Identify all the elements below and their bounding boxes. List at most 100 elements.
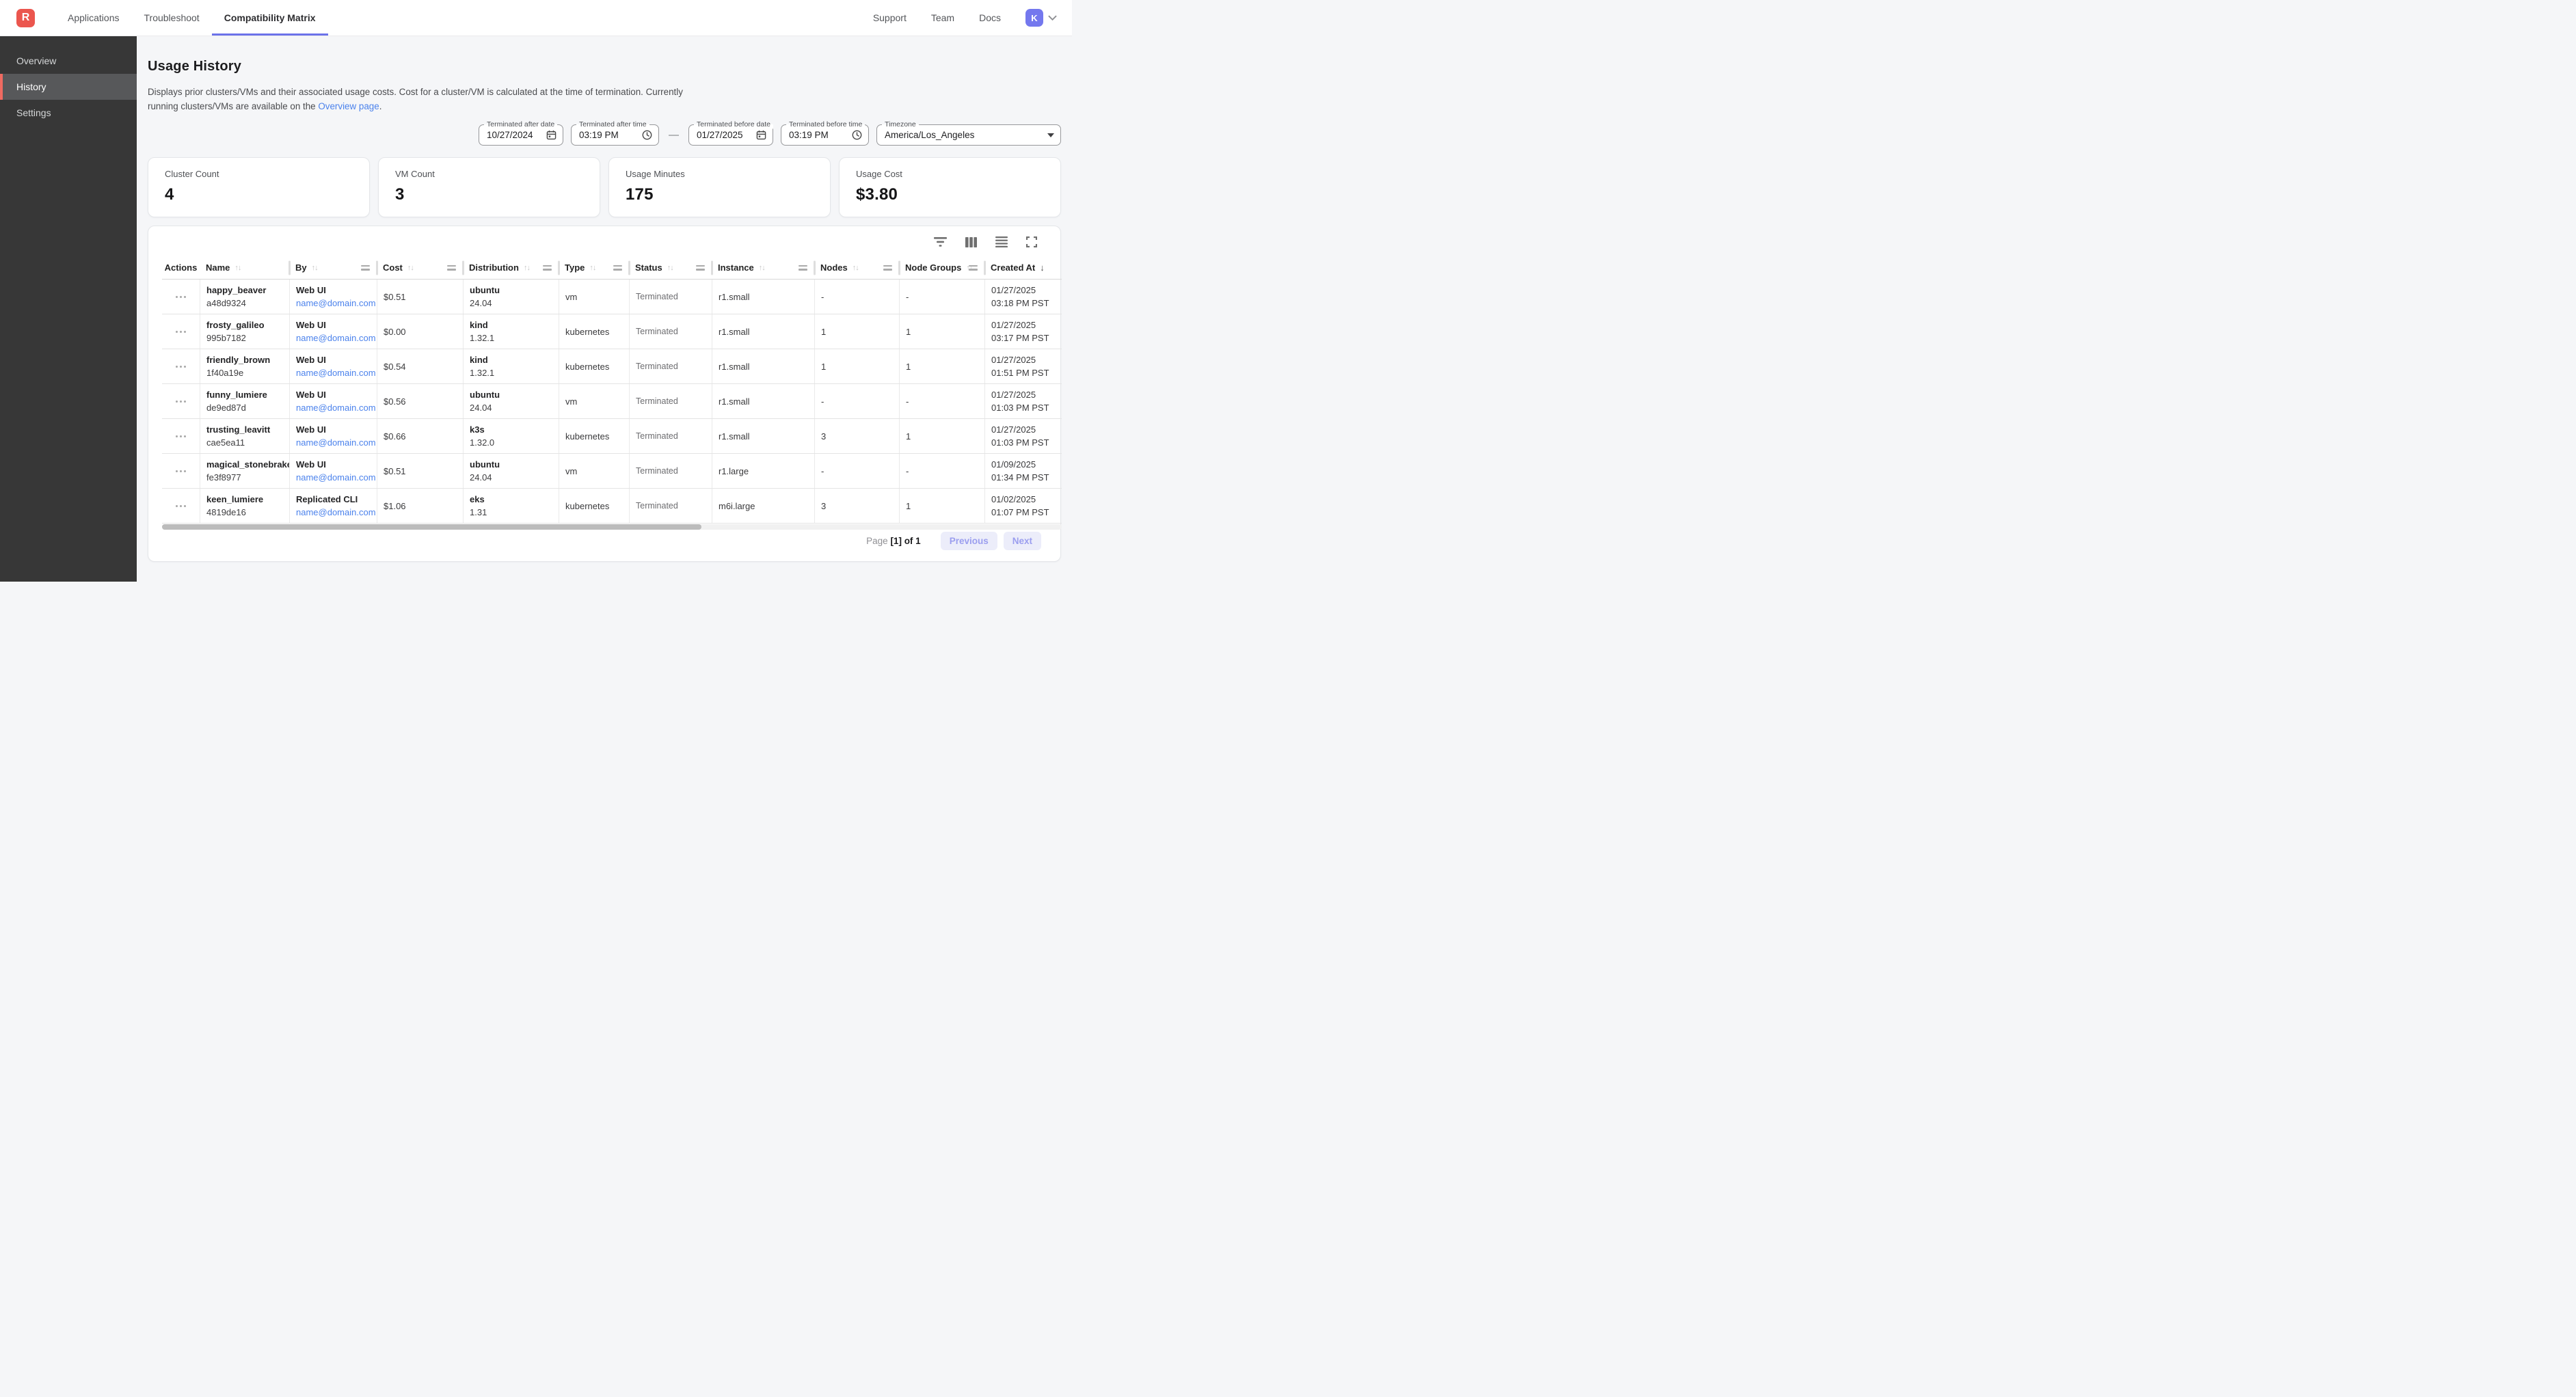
table-body: happy_beaver a48d9324 Web UI name@domain… xyxy=(162,280,1062,524)
sort-icon[interactable]: ↑↓ xyxy=(524,264,530,272)
dropdown-arrow-icon[interactable] xyxy=(1047,133,1054,137)
column-header-status[interactable]: Status ↑↓ xyxy=(629,256,712,279)
created-date: 01/27/2025 xyxy=(991,285,1062,295)
cell-by: Replicated CLI name@domain.com xyxy=(289,489,377,523)
sidebar-item-history[interactable]: History xyxy=(0,74,137,100)
column-menu-icon[interactable] xyxy=(883,265,892,271)
row-actions-button[interactable] xyxy=(162,384,200,418)
user-menu[interactable]: K xyxy=(1025,9,1057,27)
created-by-email-link[interactable]: name@domain.com xyxy=(296,298,377,308)
column-menu-icon[interactable] xyxy=(969,265,978,271)
logo-letter: R xyxy=(22,12,30,24)
filter-icon[interactable] xyxy=(934,237,947,247)
columns-icon[interactable] xyxy=(965,237,977,247)
cell-status: Terminated xyxy=(629,349,712,383)
cluster-name: keen_lumiere xyxy=(206,494,289,504)
column-menu-icon[interactable] xyxy=(361,265,370,271)
next-page-button[interactable]: Next xyxy=(1004,532,1041,550)
column-header-node-groups[interactable]: Node Groups↑↓ xyxy=(899,256,984,279)
column-label: By xyxy=(295,262,307,273)
created-date: 01/09/2025 xyxy=(991,459,1062,470)
column-menu-icon[interactable] xyxy=(543,265,552,271)
column-label: Instance xyxy=(718,262,754,273)
row-actions-button[interactable] xyxy=(162,280,200,314)
calendar-icon[interactable] xyxy=(756,130,766,140)
instance-value: r1.large xyxy=(719,466,814,476)
cell-nodes: - xyxy=(814,384,899,418)
cell-created-at: 01/27/2025 03:17 PM PST xyxy=(984,314,1062,349)
app-logo[interactable]: R xyxy=(16,9,35,27)
clock-icon[interactable] xyxy=(852,130,862,140)
link-support[interactable]: Support xyxy=(873,12,907,23)
created-by-source: Web UI xyxy=(296,285,377,295)
clock-icon[interactable] xyxy=(642,130,652,140)
tab-troubleshoot[interactable]: Troubleshoot xyxy=(132,0,212,36)
terminated-before-time-field[interactable]: Terminated before time 03:19 PM xyxy=(781,124,869,146)
cell-type: vm xyxy=(559,454,629,488)
sort-icon[interactable]: ↑↓ xyxy=(407,264,414,272)
row-actions-button[interactable] xyxy=(162,349,200,383)
sort-icon[interactable]: ↑↓ xyxy=(312,264,318,272)
sidebar-item-settings[interactable]: Settings xyxy=(0,100,137,126)
timezone-select[interactable]: Timezone America/Los_Angeles xyxy=(876,124,1061,146)
column-header-distribution[interactable]: Distribution↑↓ xyxy=(463,256,559,279)
overview-page-link[interactable]: Overview page xyxy=(318,101,379,111)
horizontal-scrollbar[interactable] xyxy=(162,524,1062,530)
sort-icon[interactable]: ↑↓ xyxy=(589,264,595,272)
page-indicator: Page [1] of 1 xyxy=(866,536,921,546)
column-header-created-at[interactable]: Created At↓ xyxy=(984,256,1062,279)
column-header-instance[interactable]: Instance ↑↓ xyxy=(712,256,814,279)
created-date: 01/27/2025 xyxy=(991,355,1062,365)
created-by-email-link[interactable]: name@domain.com xyxy=(296,507,377,517)
cell-instance: m6i.large xyxy=(712,489,814,523)
column-header-nodes[interactable]: Nodes↑↓ xyxy=(814,256,899,279)
terminated-before-date-field[interactable]: Terminated before date 01/27/2025 xyxy=(688,124,773,146)
horizontal-scrollbar-thumb[interactable] xyxy=(162,524,701,530)
sort-icon[interactable]: ↑↓ xyxy=(234,264,241,272)
tab-compatibility-matrix[interactable]: Compatibility Matrix xyxy=(212,0,328,36)
link-team[interactable]: Team xyxy=(931,12,954,23)
nodes-value: 1 xyxy=(821,327,899,337)
cluster-name: happy_beaver xyxy=(206,285,289,295)
avatar[interactable]: K xyxy=(1025,9,1043,27)
column-header-name[interactable]: Name↑↓ xyxy=(200,256,289,279)
column-header-type[interactable]: Type↑↓ xyxy=(559,256,629,279)
row-actions-button[interactable] xyxy=(162,489,200,523)
column-label: Cost xyxy=(383,262,403,273)
distribution-version: 1.32.1 xyxy=(470,333,559,343)
created-by-email-link[interactable]: name@domain.com xyxy=(296,333,377,343)
distribution-name: k3s xyxy=(470,424,559,435)
column-header-cost[interactable]: Cost ↑↓ xyxy=(377,256,463,279)
column-menu-icon[interactable] xyxy=(447,265,456,271)
column-menu-icon[interactable] xyxy=(696,265,705,271)
row-actions-button[interactable] xyxy=(162,419,200,453)
calendar-icon[interactable] xyxy=(546,130,556,140)
column-menu-icon[interactable] xyxy=(613,265,622,271)
created-by-email-link[interactable]: name@domain.com xyxy=(296,368,377,378)
link-docs[interactable]: Docs xyxy=(979,12,1001,23)
column-menu-icon[interactable] xyxy=(799,265,807,271)
created-by-email-link[interactable]: name@domain.com xyxy=(296,403,377,413)
row-actions-button[interactable] xyxy=(162,314,200,349)
cluster-id: 4819de16 xyxy=(206,507,289,517)
cell-by: Web UI name@domain.com xyxy=(289,349,377,383)
cell-type: vm xyxy=(559,384,629,418)
sidebar-item-overview[interactable]: Overview xyxy=(0,48,137,74)
terminated-after-time-field[interactable]: Terminated after time 03:19 PM xyxy=(571,124,659,146)
created-by-email-link[interactable]: name@domain.com xyxy=(296,437,377,448)
column-label: Status xyxy=(635,262,662,273)
density-icon[interactable] xyxy=(995,236,1008,247)
sort-icon[interactable]: ↑↓ xyxy=(759,264,765,272)
sort-icon[interactable]: ↑↓ xyxy=(667,264,673,272)
previous-page-button[interactable]: Previous xyxy=(941,532,997,550)
terminated-after-date-field[interactable]: Terminated after date 10/27/2024 xyxy=(479,124,563,146)
created-by-email-link[interactable]: name@domain.com xyxy=(296,472,377,483)
row-actions-button[interactable] xyxy=(162,454,200,488)
ellipsis-icon xyxy=(180,470,183,473)
column-header-by[interactable]: By ↑↓ xyxy=(289,256,377,279)
cell-instance: r1.small xyxy=(712,349,814,383)
sort-icon[interactable]: ↑↓ xyxy=(853,264,859,272)
page-title: Usage History xyxy=(148,59,1061,74)
fullscreen-icon[interactable] xyxy=(1026,236,1037,247)
tab-applications[interactable]: Applications xyxy=(55,0,132,36)
